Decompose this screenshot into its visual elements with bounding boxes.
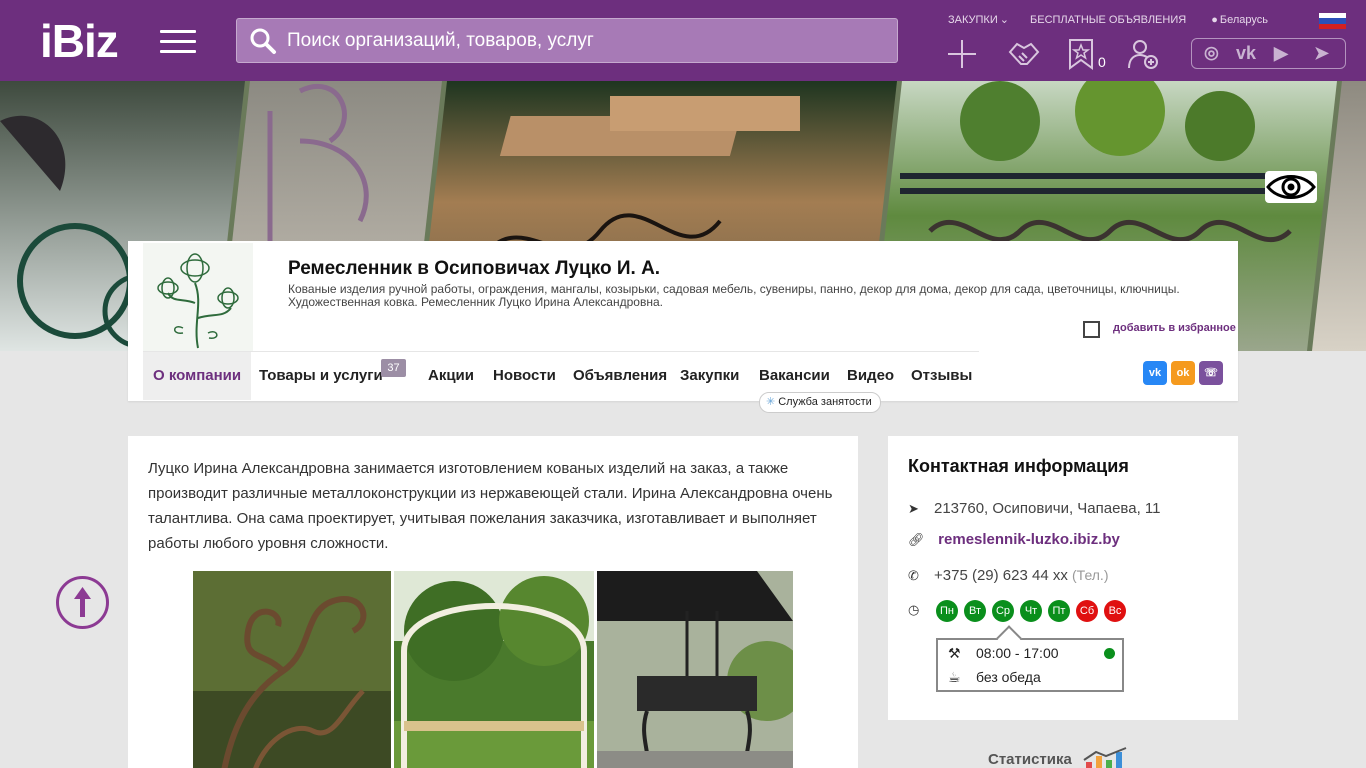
add-icon[interactable] [946, 38, 978, 70]
phone-icon: ✆ [908, 568, 919, 583]
top-bar: iBiz ЗАКУПКИ⌄ БЕСПЛАТНЫЕ ОБЪЯВЛЕНИЯ ●Бел… [0, 0, 1366, 81]
contact-website[interactable]: remeslennik-luzko.ibiz.by [938, 531, 1120, 548]
add-to-favorites-link[interactable]: добавить в избранное [1113, 322, 1236, 334]
weekday-1[interactable]: Вт [964, 600, 986, 622]
share-vk-icon[interactable]: vk [1143, 361, 1167, 385]
tab-purchases[interactable]: Закупки [680, 352, 739, 400]
weekday-0[interactable]: Пн [936, 600, 958, 622]
tab-products[interactable]: Товары и услуги [259, 352, 383, 400]
scroll-to-top-button[interactable] [56, 576, 109, 629]
add-user-icon[interactable] [1127, 38, 1159, 70]
statistics-chart-icon [1083, 747, 1127, 768]
company-card: Ремесленник в Осиповичах Луцко И. А. Ков… [128, 241, 1238, 413]
working-hours-popup: ⚒ 08:00 - 17:00 ☕︎ без обеда [936, 625, 1124, 692]
weekday-2[interactable]: Ср [992, 600, 1014, 622]
top-links: ЗАКУПКИ ⌄ БЕСПЛАТНЫЕ ОБЪЯВЛЕНИЯ ● Беларусь [948, 13, 1290, 26]
employment-service-tag[interactable]: ✳ Служба занятости [759, 392, 881, 413]
youtube-icon[interactable]: ▶ [1274, 43, 1288, 64]
search-box [236, 18, 898, 63]
products-count-badge: 37 [381, 359, 406, 377]
working-hours: 08:00 - 17:00 [976, 645, 1059, 661]
share-viber-icon[interactable]: ☏ [1199, 361, 1223, 385]
weekday-4[interactable]: Пт [1048, 600, 1070, 622]
phone-note: (Тел.) [1072, 567, 1109, 583]
about-section: Луцко Ирина Александровна занимается изг… [128, 436, 858, 768]
clock-icon: ◷ [908, 602, 920, 617]
statistics-label: Статистика [988, 750, 1072, 768]
telegram-icon[interactable]: ➤ [1314, 43, 1329, 64]
about-text: Луцко Ирина Александровна занимается изг… [148, 460, 833, 552]
product-photo-2[interactable] [394, 571, 594, 768]
weekday-6[interactable]: Вс [1104, 600, 1126, 622]
open-now-indicator [1104, 648, 1115, 659]
company-title: Ремесленник в Осиповичах Луцко И. А. [288, 258, 661, 279]
instagram-icon[interactable]: ◎ [1204, 43, 1219, 63]
free-ads-link[interactable]: БЕСПЛАТНЫЕ ОБЪЯВЛЕНИЯ [1030, 14, 1186, 26]
chevron-down-icon: ⌄ [999, 14, 1009, 26]
share-ok-icon[interactable]: ok [1171, 361, 1195, 385]
tab-about[interactable]: О компании [143, 352, 252, 400]
company-description: Кованые изделия ручной работы, ограждени… [288, 282, 1180, 309]
accessibility-eye-icon[interactable] [1265, 171, 1317, 203]
search-input[interactable] [287, 19, 887, 62]
sparkle-icon: ✳ [766, 396, 776, 408]
tools-icon: ⚒ [948, 645, 961, 661]
handshake-icon[interactable] [1007, 38, 1041, 70]
coffee-icon: ☕︎ [948, 669, 961, 685]
tab-reviews[interactable]: Отзывы [911, 352, 972, 400]
employment-service-label: Служба занятости [778, 396, 872, 408]
social-links: ◎ vk ▶ ➤ [1191, 38, 1346, 69]
favorites-star-icon[interactable] [1068, 38, 1094, 70]
product-photo-1[interactable] [193, 571, 391, 768]
weekday-3[interactable]: Чт [1020, 600, 1042, 622]
lunch-break: без обеда [976, 669, 1041, 685]
menu-icon[interactable] [160, 30, 196, 54]
tab-promotions[interactable]: Акции [428, 352, 474, 400]
product-photo-3[interactable] [597, 571, 793, 768]
contact-title: Контактная информация [908, 456, 1129, 476]
site-logo[interactable]: iBiz [40, 18, 119, 64]
favorites-count: 0 [1098, 54, 1106, 70]
search-icon[interactable] [249, 27, 277, 55]
tab-ads[interactable]: Объявления [573, 352, 667, 400]
location-arrow-icon: ➤ [908, 501, 919, 516]
weekday-5[interactable]: Сб [1076, 600, 1098, 622]
contact-address: 213760, Осиповичи, Чапаева, 11 [934, 500, 1161, 517]
purchases-link[interactable]: ЗАКУПКИ [948, 14, 998, 26]
statistics-link[interactable]: Статистика [988, 746, 1132, 768]
link-icon: 🔗︎ [908, 532, 925, 547]
favorite-checkbox[interactable] [1083, 321, 1100, 338]
region-pin-icon: ● [1211, 14, 1218, 26]
vk-icon[interactable]: vk [1236, 43, 1256, 64]
contact-panel: Контактная информация ➤ 213760, Осиповичи… [888, 436, 1238, 720]
company-logo [143, 243, 253, 351]
tab-news[interactable]: Новости [493, 352, 556, 400]
region-link[interactable]: Беларусь [1220, 14, 1268, 26]
arrow-up-icon [74, 587, 91, 617]
language-flag-icon[interactable] [1319, 13, 1346, 29]
contact-phone[interactable]: +375 (29) 623 44 xx [934, 567, 1068, 584]
